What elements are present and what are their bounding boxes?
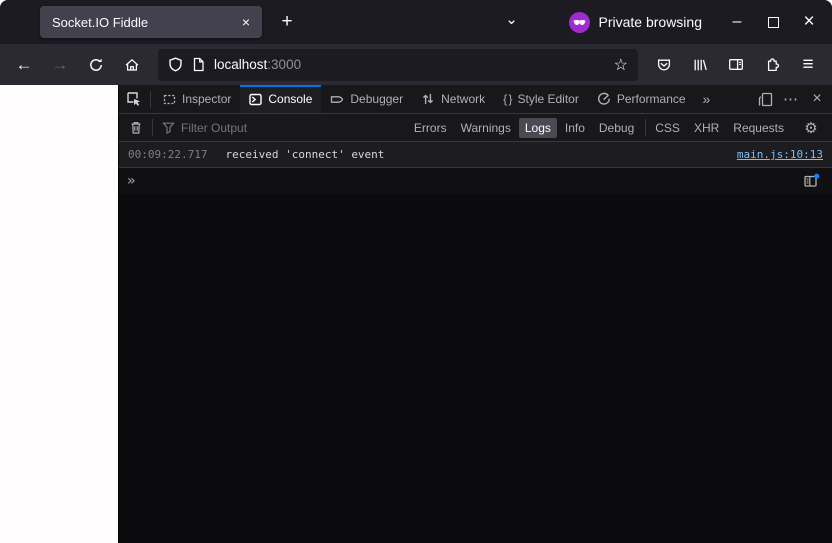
separator [152, 119, 153, 136]
back-button[interactable]: ← [8, 49, 40, 81]
url-bar[interactable]: localhost:3000 ☆ [158, 48, 638, 81]
split-editor-icon [803, 173, 819, 187]
network-icon [423, 93, 434, 105]
tab-close-icon[interactable]: × [236, 12, 256, 32]
filter-logs[interactable]: Logs [518, 117, 557, 138]
sidebars-button[interactable] [720, 49, 752, 81]
console-icon [249, 93, 263, 105]
responsive-design-mode-button[interactable] [752, 86, 778, 112]
devtools-tab-performance[interactable]: Performance [588, 85, 695, 113]
maximize-button[interactable] [760, 9, 786, 35]
devtools-tab-label: Style Editor [517, 92, 579, 106]
filter-output-input[interactable] [181, 120, 408, 135]
reload-icon [90, 58, 102, 71]
new-tab-button[interactable]: + [272, 7, 302, 37]
tab-title: Socket.IO Fiddle [52, 14, 149, 30]
devtools-tab-network[interactable]: Network [412, 85, 494, 113]
tracking-protection-shield-icon[interactable] [168, 57, 183, 72]
navigation-toolbar: ← → localhost:3000 ☆ ≡ [0, 44, 832, 85]
console-filter-bar: Errors Warnings Logs Info Debug CSS XHR … [119, 114, 832, 142]
extensions-button[interactable] [756, 49, 788, 81]
debugger-icon [331, 95, 344, 103]
performance-icon [597, 92, 610, 105]
devtools-tab-label: Network [441, 92, 486, 106]
private-browsing-label: Private browsing [598, 14, 703, 30]
bookmark-star-icon[interactable]: ☆ [614, 55, 628, 75]
window-close-button[interactable]: × [796, 9, 822, 35]
pick-element-icon [127, 92, 141, 106]
devtools-tab-label: Inspector [182, 92, 232, 106]
sidebars-icon [729, 59, 743, 70]
titlebar: Socket.IO Fiddle × + ⌄ Private browsing … [0, 0, 832, 44]
url-text: localhost:3000 [214, 57, 605, 72]
library-button[interactable] [684, 49, 716, 81]
extensions-puzzle-icon [767, 57, 780, 71]
filter-css[interactable]: CSS [649, 118, 686, 138]
devtools-tab-inspector[interactable]: Inspector [154, 85, 240, 113]
responsive-design-icon [758, 92, 772, 106]
separator [645, 119, 647, 136]
toolbar-right-icons: ≡ [648, 49, 824, 81]
devtools-panel: Inspector Console Debugger Network {} S… [118, 85, 832, 543]
console-editor-mode-button[interactable] [798, 168, 824, 194]
devtools-tab-label: Debugger [350, 92, 404, 106]
filter-warnings[interactable]: Warnings [455, 118, 517, 138]
devtools-toolbox-tabbar: Inspector Console Debugger Network {} S… [119, 85, 832, 114]
url-host: localhost [214, 57, 268, 72]
log-timestamp: 00:09:22.717 [128, 148, 208, 161]
maximize-icon [767, 16, 779, 28]
pocket-icon [657, 59, 671, 70]
devtools-tab-label: Console [268, 92, 313, 106]
filter-xhr[interactable]: XHR [688, 118, 725, 138]
devtools-tab-style-editor[interactable]: { } Style Editor [494, 85, 588, 113]
filter-info[interactable]: Info [559, 118, 591, 138]
style-editor-icon: { } [503, 92, 512, 106]
devtools-tab-console[interactable]: Console [240, 85, 322, 113]
pocket-button[interactable] [648, 49, 680, 81]
console-prompt-icon: » [127, 173, 136, 189]
console-output-empty-area[interactable] [119, 194, 832, 543]
content-area: Inspector Console Debugger Network {} S… [0, 85, 832, 543]
log-message: received 'connect' event [225, 148, 385, 161]
separator [150, 90, 151, 108]
devtools-meatball-menu-button[interactable]: ⋯ [778, 86, 804, 112]
private-browsing-mask-icon [568, 11, 590, 33]
forward-button[interactable]: → [44, 49, 76, 81]
log-source-link[interactable]: main.js:10:13 [737, 148, 823, 161]
devtools-tab-label: Performance [616, 92, 686, 106]
devtools-close-button[interactable]: × [804, 86, 830, 112]
console-input-row[interactable]: » [119, 168, 832, 194]
more-tabs-chevron-icon[interactable]: » [695, 91, 719, 107]
inspector-icon [163, 94, 176, 104]
browser-tab[interactable]: Socket.IO Fiddle × [40, 6, 262, 38]
site-info-page-icon[interactable] [192, 57, 205, 72]
window-controls: – × [724, 9, 822, 35]
console-settings-gear-icon[interactable]: ⚙ [798, 115, 824, 141]
trash-icon [131, 122, 141, 134]
pick-element-button[interactable] [121, 86, 147, 112]
library-icon [694, 59, 707, 70]
home-icon [125, 58, 139, 71]
log-level-filters: Errors Warnings Logs Info Debug [408, 117, 640, 138]
home-button[interactable] [116, 49, 148, 81]
console-log-row[interactable]: 00:09:22.717 received 'connect' event ma… [119, 142, 832, 168]
clear-console-button[interactable] [123, 115, 149, 141]
devtools-tab-debugger[interactable]: Debugger [321, 85, 412, 113]
filter-errors[interactable]: Errors [408, 118, 453, 138]
reload-button[interactable] [80, 49, 112, 81]
minimize-button[interactable]: – [724, 9, 750, 35]
url-port: :3000 [267, 57, 302, 72]
filter-requests[interactable]: Requests [727, 118, 790, 138]
filter-debug[interactable]: Debug [593, 118, 640, 138]
filter-funnel-icon [162, 122, 175, 134]
list-tabs-chevron-down-icon[interactable]: ⌄ [497, 7, 527, 37]
app-menu-button[interactable]: ≡ [792, 49, 824, 81]
page-viewport[interactable] [0, 85, 118, 543]
browser-window: Socket.IO Fiddle × + ⌄ Private browsing … [0, 0, 832, 543]
private-browsing-badge: Private browsing [568, 11, 703, 33]
notification-dot [813, 173, 819, 179]
category-filters: CSS XHR Requests [649, 118, 790, 138]
